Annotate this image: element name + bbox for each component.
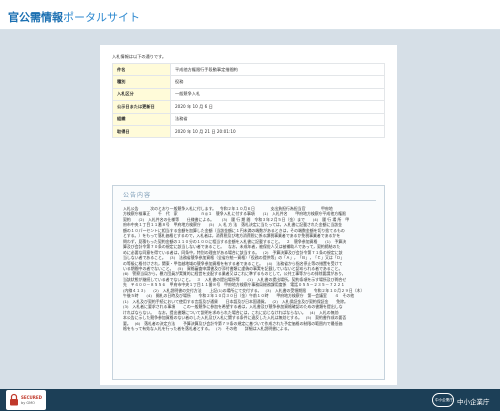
notice-line: (3) 入札者に要求される事項 この一般競争に参加を希望する者は，入札書及び競争… <box>123 304 343 310</box>
table-row: 種別 役務 <box>112 75 385 89</box>
notice-line: とする。）をもって落札価格とするので，入札者は，消費税及び地方消費税に係る課税事… <box>123 233 341 239</box>
brand-sub: ポータルサイト <box>63 11 140 24</box>
row-label: 公示日または更新日 <box>112 100 171 114</box>
row-label: 組織 <box>112 112 171 126</box>
security-seal-subtitle: by GMO <box>21 401 35 405</box>
notice-line: 午後５時 (4) 開札の日時及び場所 令和２年１０月３０日（金）午前１０時 甲府… <box>123 293 355 299</box>
agency-mark-text: 中小企業庁 <box>435 398 453 402</box>
agency-mark-icon: 中小企業庁 <box>432 393 454 407</box>
table-row: 取得日 2020 年 10 月 21 日 20:01:10 <box>112 124 385 139</box>
brand-main: 官公需情報 <box>8 11 63 24</box>
agency-logo[interactable]: 中小企業庁 中小企業庁 <box>432 393 492 407</box>
bid-detail-card: 入札情報は以下の通りです。 件名 平成他方権限行手段動事定措間約 種別 役務 入… <box>100 45 397 385</box>
site-logo[interactable]: 官公需情報ポータルサイト <box>8 9 140 25</box>
row-value: 法務省 <box>170 112 385 126</box>
row-label: 種別 <box>112 75 171 89</box>
agency-name: 中小企業庁 <box>457 398 490 406</box>
security-seal-title: SECURED <box>21 395 42 400</box>
row-value: 平成他方権限行手段動事定措間約 <box>170 62 385 77</box>
notice-line: 本公告に示した競争参加資格のない者のした入札及び入札に関する条件に違反した入札は… <box>123 315 347 321</box>
lock-icon <box>10 393 18 406</box>
row-label: 件名 <box>112 62 171 77</box>
site-header: 官公需情報ポータルサイト <box>0 0 500 30</box>
row-value: 役務 <box>170 75 385 89</box>
row-label: 入札区分 <box>112 87 171 102</box>
notice-title: 公告内容 <box>123 192 152 199</box>
notice-divider <box>121 200 376 201</box>
row-label: 取得日 <box>112 124 171 139</box>
notice-line: 格をもって有効な入札を行った者を落札者とする。 (7) その他 詳細は入札説明書… <box>123 325 292 331</box>
table-row: 組織 法務省 <box>112 112 385 126</box>
table-row: 公示日または更新日 2020 年 10 月 6 日 <box>112 100 385 114</box>
intro-text: 入札情報は以下の通りです。 <box>112 54 167 59</box>
site-footer: SECURED by GMO 中小企業庁 中小企業庁 <box>0 389 500 411</box>
row-value: 2020 年 10 月 6 日 <box>170 100 385 114</box>
notice-line: 府市中央１丁目１１番８号 甲府地方検察庁 (5) 入 札 方 法 落札決定に当た… <box>123 222 343 228</box>
bid-info-table: 件名 平成他方権限行手段動事定措間約 種別 役務 入札区分 一般競争入札 公示日… <box>112 62 385 139</box>
row-value: 一般競争入札 <box>170 87 385 102</box>
notice-line: 当しない者であること。 (3) 法務省競争参加資格（全省庁統一資格）「役務の提供… <box>123 255 345 261</box>
table-row: 入札区分 一般競争入札 <box>112 87 385 102</box>
table-row: 件名 平成他方権限行手段動事定措間約 <box>112 62 385 77</box>
security-seal[interactable]: SECURED by GMO <box>6 390 46 410</box>
notice-panel: 公告内容 入札公告 次のとおり一般競争入札に付します。 令和２年１０月６日 支出… <box>112 185 385 380</box>
notice-line: 算及び会計令第７０条の規定に該当しない者であること。 なお，未成年者，被保佐人又… <box>123 244 341 250</box>
notice-line: 先 〒４００－８５５６ 甲府市中央１丁目１１番８号 甲府地方検察庁事務局総務課用… <box>123 282 345 288</box>
notice-body: 入札公告 次のとおり一般競争入札に付します。 令和２年１０月６日 支出負担行為担… <box>123 206 376 331</box>
row-value: 2020 年 10 月 21 日 20:01:10 <box>170 124 385 139</box>
